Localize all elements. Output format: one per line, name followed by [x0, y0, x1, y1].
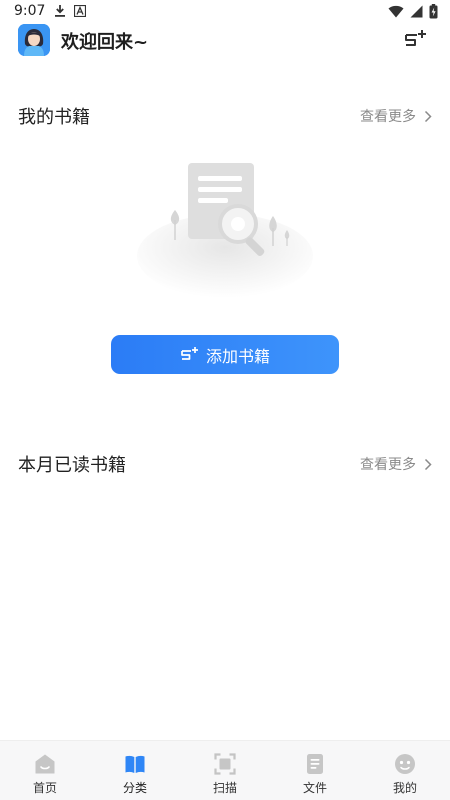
add-book-icon[interactable] [402, 28, 428, 52]
chevron-right-icon [424, 458, 432, 470]
avatar-icon [18, 24, 50, 56]
nav-label-file: 文件 [302, 781, 327, 795]
file-icon [307, 754, 323, 774]
monthly-read-header: 本月已读书籍 查看更多 [0, 451, 450, 479]
add-book-icon [181, 346, 198, 360]
nav-label-home: 首页 [32, 781, 57, 795]
my-books-title: 我的书籍 [18, 107, 90, 128]
my-books-header: 我的书籍 查看更多 [0, 103, 450, 131]
download-icon [55, 5, 65, 17]
nav-item-file[interactable]: 文件 [270, 741, 360, 800]
home-icon [35, 754, 55, 774]
chevron-right-icon [424, 110, 432, 122]
battery-charging-icon [429, 4, 438, 19]
add-book-button-label: 添加书籍 [205, 346, 270, 366]
status-notification-icons [54, 4, 86, 17]
scan-icon [214, 753, 236, 775]
nav-item-profile[interactable]: 我的 [360, 741, 450, 800]
nav-item-category[interactable]: 分类 [90, 741, 180, 800]
profile-face-icon [395, 754, 415, 774]
nav-item-home[interactable]: 首页 [0, 741, 90, 800]
nav-label-category: 分类 [122, 781, 147, 795]
status-system-icons [388, 4, 438, 19]
avatar[interactable] [18, 24, 50, 56]
wifi-icon [388, 5, 404, 18]
my-books-more-link[interactable]: 查看更多 [360, 106, 432, 126]
status-bar: 9:07 [0, 0, 450, 24]
category-book-icon [125, 755, 145, 773]
cellular-signal-icon [410, 5, 423, 18]
empty-books-illustration [137, 163, 313, 298]
more-label: 查看更多 [360, 457, 416, 473]
bottom-nav: 首页 分类 扫描 文件 我的 [0, 740, 450, 800]
nav-item-scan[interactable]: 扫描 [180, 741, 270, 800]
app-header: 欢迎回来~ [0, 24, 450, 64]
welcome-title: 欢迎回来~ [61, 32, 149, 53]
font-a-icon [74, 4, 86, 17]
status-time: 9:07 [14, 3, 46, 19]
monthly-read-more-link[interactable]: 查看更多 [360, 454, 432, 474]
monthly-read-title: 本月已读书籍 [18, 455, 126, 476]
nav-label-scan: 扫描 [212, 781, 237, 795]
nav-label-profile: 我的 [392, 781, 417, 795]
more-label: 查看更多 [360, 109, 416, 125]
add-book-button[interactable]: 添加书籍 [111, 335, 339, 374]
